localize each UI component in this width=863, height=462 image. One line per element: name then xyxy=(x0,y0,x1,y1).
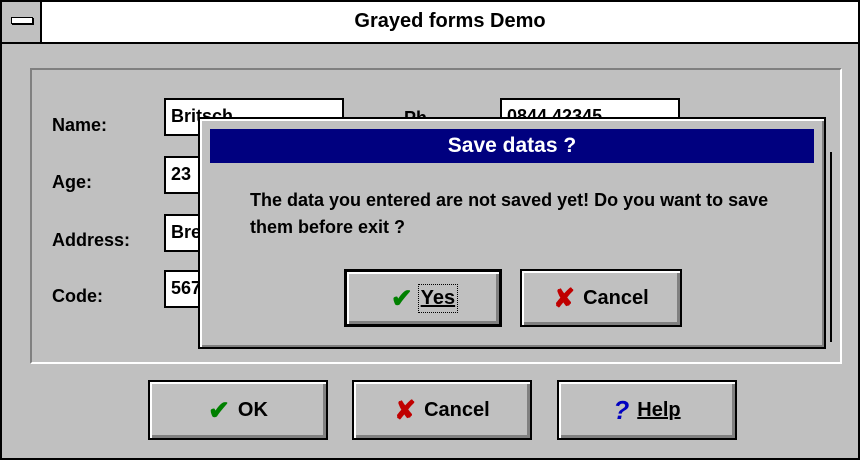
window-title: Grayed forms Demo xyxy=(354,10,546,32)
dialog-cancel-button[interactable]: ✘ Cancel xyxy=(520,269,682,327)
help-button[interactable]: ? Help xyxy=(557,380,737,440)
dialog-title: Save datas ? xyxy=(210,129,814,163)
ok-label: OK xyxy=(237,398,268,421)
code-label: Code: xyxy=(52,286,103,306)
dialog-message: The data you entered are not saved yet! … xyxy=(250,190,769,237)
checkmark-icon: ✔ xyxy=(208,395,230,425)
cross-icon: ✘ xyxy=(553,283,576,313)
help-label: Help xyxy=(637,398,681,421)
save-dialog: Save datas ? The data you entered are no… xyxy=(198,117,826,349)
dialog-shadow xyxy=(826,152,832,342)
cross-icon: ✘ xyxy=(394,395,417,425)
yes-button[interactable]: ✔ Yes xyxy=(344,269,502,327)
question-mark-icon: ? xyxy=(613,395,630,425)
dialog-cancel-label: Cancel xyxy=(583,286,649,309)
cancel-label: Cancel xyxy=(424,398,490,421)
address-label: Address: xyxy=(52,230,131,250)
checkmark-icon: ✔ xyxy=(390,283,413,313)
yes-label: Yes xyxy=(417,283,459,313)
system-menu-icon xyxy=(11,17,33,24)
cancel-button[interactable]: ✘ Cancel xyxy=(352,380,532,440)
age-label: Age: xyxy=(52,172,92,192)
title-bar: Grayed forms Demo xyxy=(2,2,858,44)
system-menu-button[interactable] xyxy=(2,2,42,42)
name-label: Name: xyxy=(52,115,108,135)
ok-button[interactable]: ✔ OK xyxy=(148,380,328,440)
